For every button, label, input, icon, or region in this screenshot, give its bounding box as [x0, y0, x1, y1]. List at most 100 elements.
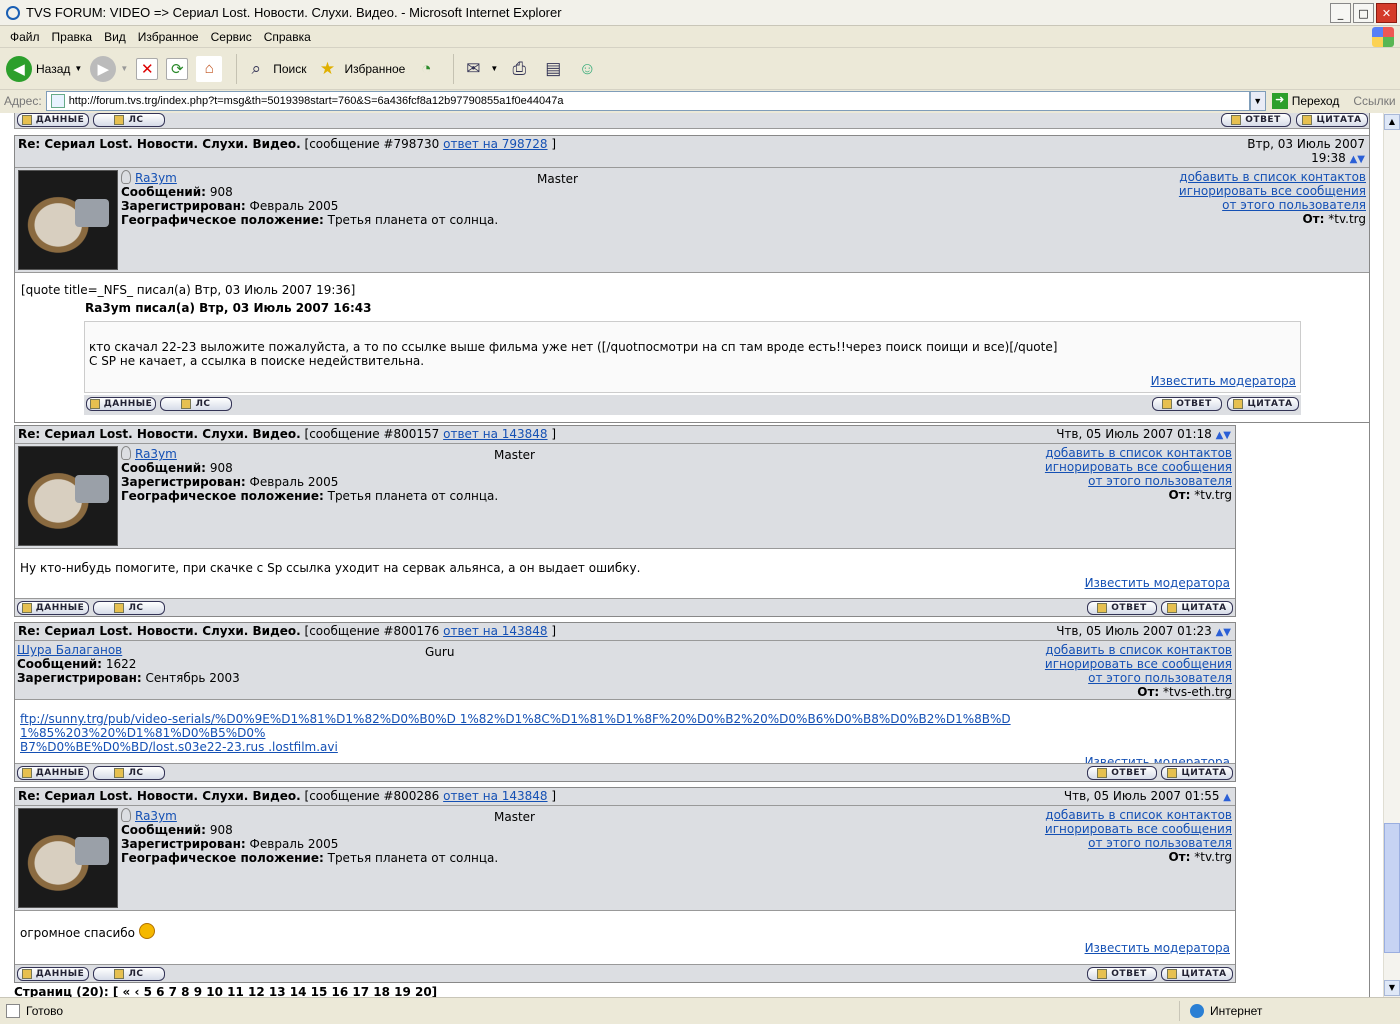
ftp-link[interactable]: ftp://sunny.trg/pub/video-serials/%D0%9E… — [20, 712, 1230, 740]
reply-button[interactable]: ОТВЕТ — [1087, 601, 1157, 615]
data-button[interactable]: ДАННЫЕ — [17, 113, 89, 127]
data-button[interactable]: ДАННЫЕ — [86, 397, 156, 411]
ignore-link[interactable]: игнорировать все сообщения — [1045, 822, 1232, 836]
refresh-button[interactable]: ⟳ — [166, 57, 189, 80]
add-contact-link[interactable]: добавить в список контактов — [1045, 808, 1232, 822]
data-button[interactable]: ДАННЫЕ — [17, 601, 89, 615]
quote-button[interactable]: ЦИТАТА — [1227, 397, 1299, 411]
post-author-info: Ra3ym Сообщений: 908 Зарегистрирован: Фе… — [15, 168, 1369, 272]
ignore-link-cont[interactable]: от этого пользователя — [1088, 474, 1232, 488]
pm-button[interactable]: ЛС — [160, 397, 232, 411]
pm-button[interactable]: ЛС — [93, 113, 165, 127]
reply-to-link[interactable]: ответ на 143848 — [443, 427, 547, 441]
close-button[interactable]: ✕ — [1376, 3, 1397, 23]
author-link[interactable]: Ra3ym — [135, 809, 177, 823]
arrow-down-icon[interactable]: ▼ — [1223, 627, 1231, 638]
ignore-link-cont[interactable]: от этого пользователя — [1088, 671, 1232, 685]
reply-icon — [1097, 969, 1108, 979]
go-button[interactable]: ➜ Переход — [1271, 93, 1339, 109]
arrow-down-icon[interactable]: ▼ — [1357, 154, 1365, 165]
edit-page-icon: ▤ — [545, 58, 562, 78]
ignore-link[interactable]: игнорировать все сообщения — [1179, 184, 1366, 198]
registered-date: Февраль 2005 — [249, 199, 339, 213]
report-moderator-link[interactable]: Известить модератора — [1085, 941, 1230, 955]
menu-favorites[interactable]: Избранное — [132, 30, 205, 44]
links-button[interactable]: Ссылки — [1353, 94, 1395, 108]
reply-button[interactable]: ОТВЕТ — [1221, 113, 1291, 127]
reply-to-link[interactable]: ответ на 143848 — [443, 624, 547, 638]
add-contact-link[interactable]: добавить в список контактов — [1045, 446, 1232, 460]
address-dropdown-button[interactable]: ▼ — [1249, 91, 1266, 111]
location-label: Географическое положение: — [121, 851, 324, 865]
report-moderator-link[interactable]: Известить модератора — [1151, 374, 1296, 388]
menu-tools[interactable]: Сервис — [205, 30, 258, 44]
pm-icon — [181, 399, 192, 409]
add-contact-link[interactable]: добавить в список контактов — [1045, 643, 1232, 657]
print-button[interactable]: ⎙ — [506, 56, 532, 82]
quote-button[interactable]: ЦИТАТА — [1161, 967, 1233, 981]
ignore-link[interactable]: игнорировать все сообщения — [1045, 460, 1232, 474]
ignore-link-cont[interactable]: от этого пользователя — [1088, 836, 1232, 850]
favorites-button[interactable]: ★ Избранное — [315, 56, 405, 82]
pm-button[interactable]: ЛС — [93, 601, 165, 615]
data-button[interactable]: ДАННЫЕ — [17, 967, 89, 981]
location-label: Географическое положение: — [121, 213, 324, 227]
pagination[interactable]: Страниц (20): [ « ‹ 5 6 7 8 9 10 11 12 1… — [14, 985, 437, 997]
gun-image — [75, 837, 109, 865]
back-arrow-icon: ◀ — [6, 55, 32, 82]
arrow-up-icon[interactable]: ▲ — [1223, 792, 1231, 803]
mail-button[interactable]: ✉ ▼ — [460, 56, 498, 82]
menu-view[interactable]: Вид — [98, 30, 132, 44]
star-icon: ★ — [319, 58, 336, 78]
home-button[interactable]: ⌂ — [196, 55, 223, 82]
vertical-scrollbar[interactable]: ▲ ▼ — [1383, 113, 1400, 997]
author-link[interactable]: Шура Балаганов — [17, 643, 122, 657]
post-thread-title: Re: Сериал Lost. Новости. Слухи. Видео. — [18, 427, 301, 441]
quote-text: кто скачал 22-23 выложите пожалуйста, а … — [89, 340, 1058, 354]
pm-button[interactable]: ЛС — [93, 766, 165, 780]
registered-date: Сентябрь 2003 — [145, 671, 240, 685]
menu-file[interactable]: Файл — [4, 30, 46, 44]
forward-button[interactable]: ▶ ▼ — [90, 55, 128, 82]
author-link[interactable]: Ra3ym — [135, 447, 177, 461]
menu-help[interactable]: Справка — [258, 30, 317, 44]
stop-button[interactable]: ✕ — [136, 57, 159, 80]
from-host: *tv.trg — [1194, 850, 1232, 864]
back-button[interactable]: ◀ Назад ▼ — [6, 55, 82, 82]
scroll-up-button[interactable]: ▲ — [1384, 114, 1400, 130]
reply-icon — [1097, 603, 1108, 613]
search-button[interactable]: ⌕ Поиск — [243, 56, 306, 82]
quote-button[interactable]: ЦИТАТА — [1161, 601, 1233, 615]
edit-button[interactable]: ▤ — [540, 56, 566, 82]
reply-button[interactable]: ОТВЕТ — [1152, 397, 1222, 411]
reply-button[interactable]: ОТВЕТ — [1087, 967, 1157, 981]
post-message-id: [сообщение #798730 — [304, 137, 440, 151]
ignore-link-cont[interactable]: от этого пользователя — [1222, 198, 1366, 212]
refresh-icon: ⟳ — [166, 57, 189, 80]
minimize-button[interactable]: _ — [1330, 3, 1351, 23]
ftp-link-cont[interactable]: B7%D0%BE%D0%BD/lost.s03e22-23.rus .lostf… — [20, 740, 1230, 754]
maximize-button[interactable]: □ — [1353, 3, 1374, 23]
scroll-thumb[interactable] — [1384, 823, 1400, 953]
reply-button[interactable]: ОТВЕТ — [1087, 766, 1157, 780]
history-button[interactable]: ◔ — [413, 56, 439, 82]
data-button[interactable]: ДАННЫЕ — [17, 766, 89, 780]
arrow-down-icon[interactable]: ▼ — [1223, 430, 1231, 441]
internet-zone-icon — [1190, 1004, 1204, 1018]
ignore-link[interactable]: игнорировать все сообщения — [1045, 657, 1232, 671]
messenger-button[interactable]: ☺ — [574, 56, 600, 82]
reply-to-link[interactable]: ответ на 798728 — [443, 137, 547, 151]
report-moderator-link[interactable]: Известить модератора — [1085, 576, 1230, 590]
post-date: Чтв, 05 Июль 2007 01:55 — [1063, 789, 1220, 803]
quote-button[interactable]: ЦИТАТА — [1161, 766, 1233, 780]
address-input[interactable]: http://forum.tvs.trg/index.php?t=msg&th=… — [45, 91, 1250, 111]
ie-icon — [6, 5, 20, 20]
page-status-icon — [6, 1004, 20, 1018]
add-contact-link[interactable]: добавить в список контактов — [1179, 170, 1366, 184]
menu-edit[interactable]: Правка — [46, 30, 99, 44]
author-link[interactable]: Ra3ym — [135, 171, 177, 185]
pm-button[interactable]: ЛС — [93, 967, 165, 981]
quote-button[interactable]: ЦИТАТА — [1296, 113, 1368, 127]
scroll-down-button[interactable]: ▼ — [1384, 980, 1400, 996]
reply-to-link[interactable]: ответ на 143848 — [443, 789, 547, 803]
